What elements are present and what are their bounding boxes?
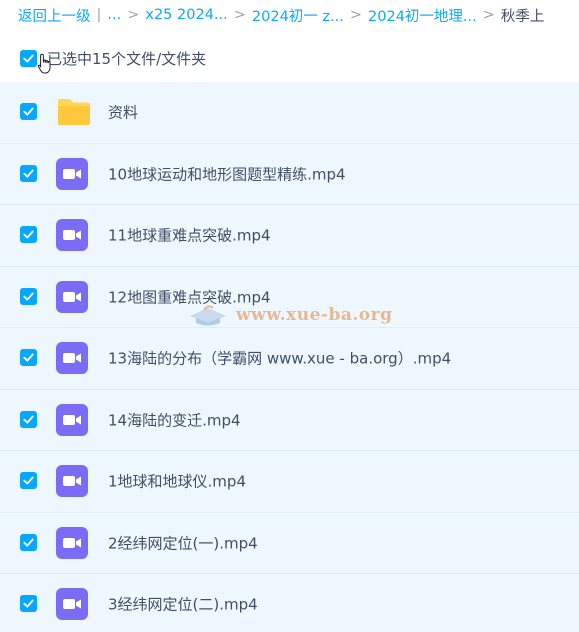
list-item[interactable]: 13海陆的分布（学霸网 www.xue - ba.org）.mp4 — [0, 328, 579, 390]
breadcrumb-current: 秋季上 — [500, 8, 545, 25]
file-name[interactable]: 1地球和地球仪.mp4 — [108, 471, 246, 492]
breadcrumb-separator: > — [349, 7, 363, 23]
video-file-icon — [56, 588, 88, 621]
breadcrumb-separator: | — [96, 7, 102, 23]
file-list: 资料 10地球运动和地形图题型精练.mp4 11地球重难点突破.mp4 12地图… — [0, 82, 579, 632]
video-file-icon — [56, 157, 88, 190]
breadcrumb: 返回上一级 | ... > x25 2024... > 2024初一 z... … — [0, 0, 579, 30]
hand-cursor-icon — [37, 53, 51, 74]
list-item[interactable]: 资料 — [0, 82, 579, 144]
row-checkbox[interactable] — [20, 164, 37, 182]
row-checkbox[interactable] — [20, 472, 37, 490]
checkmark-icon — [23, 415, 34, 424]
row-checkbox[interactable] — [20, 595, 37, 613]
back-link[interactable]: 返回上一级 — [18, 5, 91, 26]
checkmark-icon — [23, 169, 34, 178]
breadcrumb-item-geography[interactable]: 2024初一地理... — [368, 5, 477, 26]
list-item[interactable]: 14海陆的变迁.mp4 — [0, 389, 579, 451]
folder-icon — [58, 99, 90, 126]
breadcrumb-item-2024-grade7[interactable]: 2024初一 z... — [252, 5, 344, 26]
checkmark-icon — [23, 353, 34, 362]
video-file-icon — [56, 465, 88, 498]
video-file-icon — [56, 219, 88, 252]
row-checkbox[interactable] — [20, 410, 37, 428]
file-name[interactable]: 13海陆的分布（学霸网 www.xue - ba.org）.mp4 — [108, 348, 451, 369]
breadcrumb-separator: > — [127, 7, 140, 23]
checkmark-icon — [23, 107, 34, 116]
checkmark-icon — [23, 538, 34, 547]
list-item[interactable]: 10地球运动和地形图题型精练.mp4 — [0, 143, 579, 205]
video-file-icon — [56, 526, 88, 559]
checkmark-icon — [23, 54, 34, 62]
row-checkbox[interactable] — [20, 226, 37, 244]
file-name[interactable]: 2经纬网定位(一).mp4 — [108, 532, 258, 553]
breadcrumb-separator: > — [482, 7, 495, 23]
file-name[interactable]: 3经纬网定位(二).mp4 — [108, 594, 258, 615]
file-name[interactable]: 10地球运动和地形图题型精练.mp4 — [108, 163, 346, 184]
file-name[interactable]: 资料 — [108, 102, 138, 123]
selection-count-text: 已选中15个文件/文件夹 — [47, 49, 207, 68]
row-checkbox[interactable] — [20, 349, 37, 367]
list-item[interactable]: 3经纬网定位(二).mp4 — [0, 574, 579, 632]
file-name[interactable]: 11地球重难点突破.mp4 — [108, 225, 271, 246]
list-item[interactable]: 11地球重难点突破.mp4 — [0, 205, 579, 267]
checkmark-icon — [23, 292, 34, 301]
checkmark-icon — [23, 230, 34, 239]
breadcrumb-item-x25[interactable]: x25 2024... — [145, 7, 227, 23]
file-name[interactable]: 12地图重难点突破.mp4 — [108, 286, 271, 307]
select-all-checkbox[interactable] — [20, 49, 37, 67]
list-item[interactable]: 2经纬网定位(一).mp4 — [0, 512, 579, 574]
checkmark-icon — [23, 599, 34, 608]
checkmark-icon — [23, 476, 34, 485]
row-checkbox[interactable] — [20, 103, 37, 121]
row-checkbox[interactable] — [20, 287, 37, 305]
file-name[interactable]: 14海陆的变迁.mp4 — [108, 409, 241, 430]
video-file-icon — [56, 280, 88, 313]
video-file-icon — [56, 342, 88, 375]
breadcrumb-separator: > — [233, 7, 246, 23]
video-file-icon — [56, 403, 88, 436]
breadcrumb-ellipsis[interactable]: ... — [107, 7, 121, 23]
selection-bar: 已选中15个文件/文件夹 — [0, 40, 206, 76]
row-checkbox[interactable] — [20, 533, 37, 551]
list-item[interactable]: 12地图重难点突破.mp4 — [0, 266, 579, 328]
list-item[interactable]: 1地球和地球仪.mp4 — [0, 451, 579, 513]
